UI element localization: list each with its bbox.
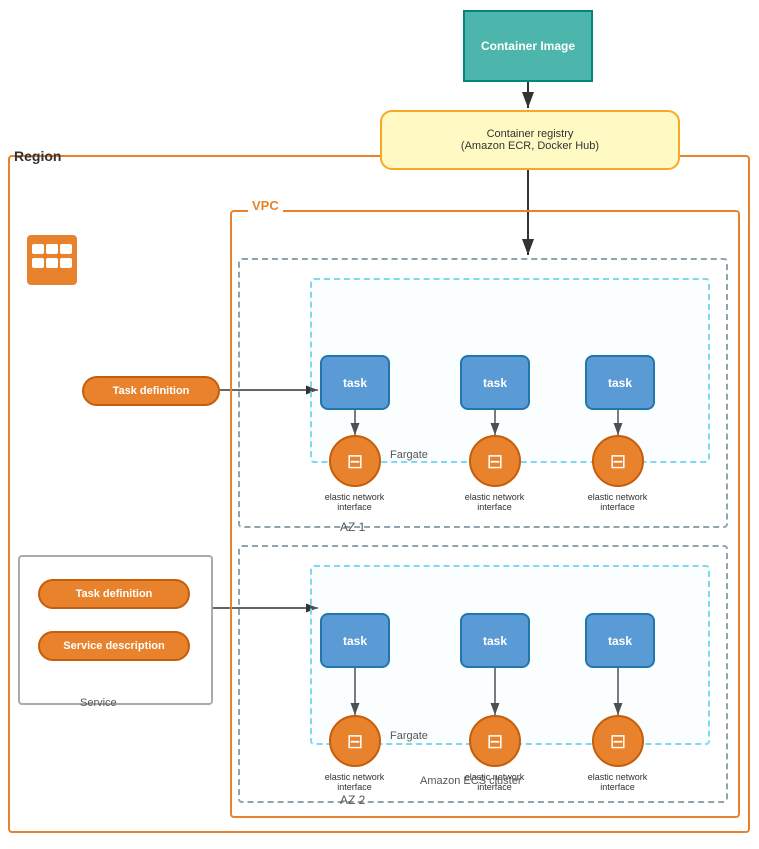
eni-icon-2-3: ⊟ xyxy=(610,729,627,754)
az1-label: AZ 1 xyxy=(340,520,365,534)
diagram-container: Region VPC Container Image Container reg… xyxy=(0,0,759,849)
service-label: Service xyxy=(80,697,117,709)
eni-icon-1-2: ⊟ xyxy=(487,449,504,474)
eni-icon-2-2: ⊟ xyxy=(487,729,504,754)
eni-circle-2-1: ⊟ xyxy=(329,715,381,767)
container-image-label: Container Image xyxy=(481,39,575,53)
task-box-2-2: task xyxy=(460,613,530,668)
container-image-box: Container Image xyxy=(463,10,593,82)
ecs-cluster-label: Amazon ECS cluster xyxy=(420,775,521,787)
az2-label: AZ 2 xyxy=(340,793,365,807)
service-description-button[interactable]: Service description xyxy=(38,631,190,661)
eni-circle-2-2: ⊟ xyxy=(469,715,521,767)
container-registry-box: Container registry (Amazon ECR, Docker H… xyxy=(380,110,680,170)
task-box-2-3: task xyxy=(585,613,655,668)
eni-circle-1-3: ⊟ xyxy=(592,435,644,487)
eni-label-2-1: elastic network interface xyxy=(322,772,387,792)
service-box: Task definition Service description xyxy=(18,555,213,705)
eni-label-1-1: elastic network interface xyxy=(322,492,387,512)
ecs-icon xyxy=(22,230,82,290)
eni-circle-2-3: ⊟ xyxy=(592,715,644,767)
task-box-1-3: task xyxy=(585,355,655,410)
fargate2-label: Fargate xyxy=(390,730,428,742)
task-box-1-2: task xyxy=(460,355,530,410)
task-definition-button-1[interactable]: Task definition xyxy=(82,376,220,406)
eni-icon-1-1: ⊟ xyxy=(347,449,364,474)
region-label: Region xyxy=(14,148,61,164)
task-definition-button-2[interactable]: Task definition xyxy=(38,579,190,609)
fargate1-label: Fargate xyxy=(390,449,428,461)
vpc-label: VPC xyxy=(248,198,283,213)
eni-label-2-3: elastic network interface xyxy=(585,772,650,792)
eni-label-1-3: elastic network interface xyxy=(585,492,650,512)
task-box-2-1: task xyxy=(320,613,390,668)
container-registry-label: Container registry (Amazon ECR, Docker H… xyxy=(461,128,599,152)
task-box-1-1: task xyxy=(320,355,390,410)
eni-icon-1-3: ⊟ xyxy=(610,449,627,474)
eni-icon-2-1: ⊟ xyxy=(347,729,364,754)
eni-circle-1-2: ⊟ xyxy=(469,435,521,487)
eni-circle-1-1: ⊟ xyxy=(329,435,381,487)
eni-label-1-2: elastic network interface xyxy=(462,492,527,512)
